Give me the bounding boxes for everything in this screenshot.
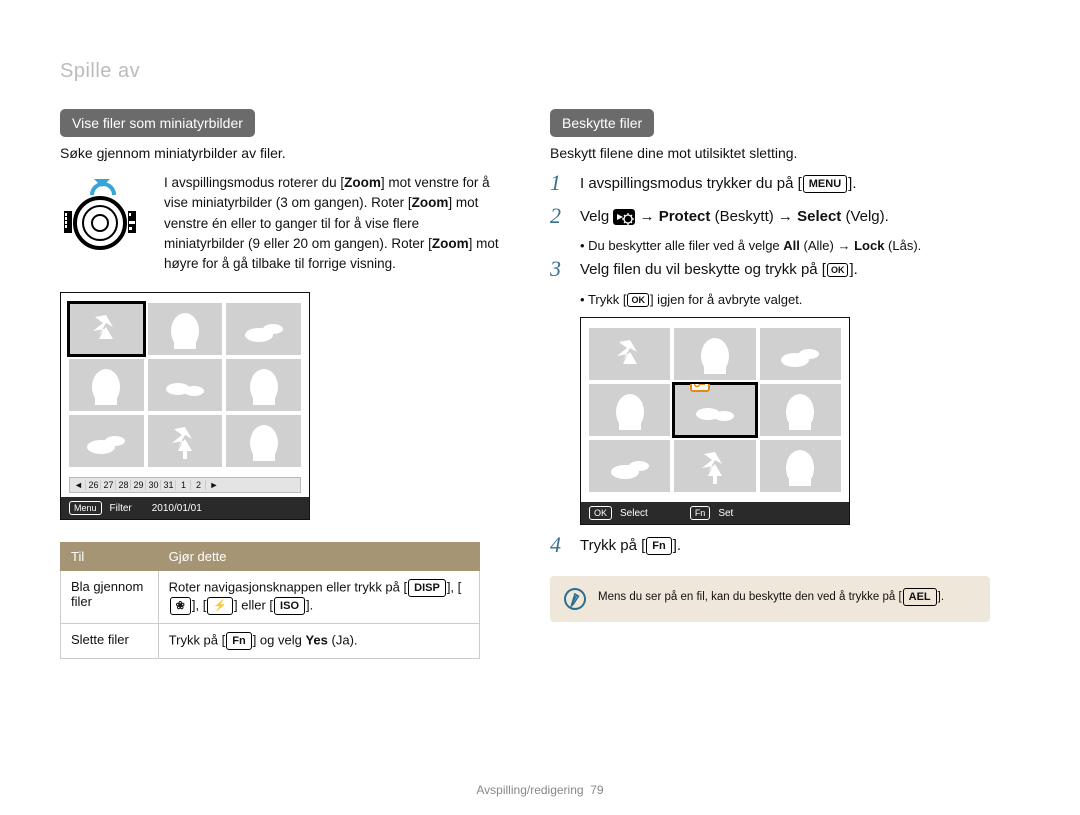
thumbnail-item (226, 359, 301, 411)
filter-label: Filter (110, 503, 132, 514)
thumbnail-item (69, 359, 144, 411)
thumbnail-screen: ◄ 26 27 28 29 30 31 1 2 ► Menu Filter 20… (60, 292, 310, 520)
step-3-sub: Trykk [OK] igjen for å avbryte valget. (580, 292, 990, 308)
screen-footer: Menu Filter 2010/01/01 (61, 497, 309, 519)
date-label: 2010/01/01 (152, 503, 202, 514)
zoom-label: Zoom (344, 175, 381, 190)
th-to: Til (61, 543, 159, 571)
ael-key: AEL (903, 588, 937, 606)
step-2-sub: Du beskytter alle filer ved å velge All … (580, 238, 990, 253)
thumbnail-item (69, 303, 144, 355)
thumbnail-item (148, 303, 223, 355)
protect-screen-footer: OK Select Fn Set (581, 502, 849, 524)
filmstrip-prev: ◄ (72, 480, 86, 490)
filmstrip-day: 2 (192, 480, 206, 490)
set-label: Set (718, 508, 733, 519)
thumb (589, 328, 670, 380)
thumb (589, 384, 670, 436)
th-do: Gjør dette (158, 543, 479, 571)
step-2: 2 Velg → Protect (Beskytt) → Select (Vel… (550, 206, 990, 229)
filmstrip-day: 1 (177, 480, 191, 490)
ok-key: OK (627, 293, 649, 307)
td-delete: Slette filer (61, 624, 159, 659)
note-box: Mens du ser på en fil, kan du beskytte d… (550, 576, 990, 622)
td-browse-action: Roter navigasjonsknappen eller trykk på … (158, 571, 479, 624)
thumbnails-lead: Søke gjennom miniatyrbilder av filer. (60, 145, 500, 161)
menu-key: Menu (69, 501, 102, 515)
filmstrip-day: 27 (102, 480, 116, 490)
lock-icon (690, 384, 710, 392)
zoom-label: Zoom (432, 236, 469, 251)
step-4: 4 Trykk på [Fn]. (550, 535, 990, 558)
fn-key: Fn (226, 632, 251, 650)
fn-key: Fn (646, 537, 671, 555)
zoom-label: Zoom (412, 195, 449, 210)
thumbnail-item (148, 415, 223, 467)
ok-key: OK (589, 506, 612, 520)
disp-key: DISP (408, 579, 446, 597)
thumb-selected (674, 384, 755, 436)
filmstrip-day: 29 (132, 480, 146, 490)
dial-instruction-text: I avspillingsmodus roterer du [Zoom] mot… (164, 173, 500, 274)
menu-key: MENU (803, 175, 847, 193)
t: I avspillingsmodus roterer du [ (164, 175, 344, 190)
td-delete-action: Trykk på [Fn] og velg Yes (Ja). (158, 624, 479, 659)
flash-key: ⚡ (207, 597, 233, 615)
thumb (760, 384, 841, 436)
thumbnail-item (69, 415, 144, 467)
flower-key: ❀ (170, 597, 191, 615)
playback-settings-icon (613, 209, 635, 225)
protect-lead: Beskytt filene dine mot utilsiktet slett… (550, 145, 990, 161)
zoom-dial-icon (60, 173, 150, 253)
thumbnail-item (148, 359, 223, 411)
page-footer: Avspilling/redigering 79 (0, 783, 1080, 797)
thumbnails-heading: Vise filer som miniatyrbilder (60, 109, 255, 137)
thumb (760, 440, 841, 492)
note-icon (562, 586, 588, 612)
thumb (760, 328, 841, 380)
thumbnail-item (226, 303, 301, 355)
left-column: Vise filer som miniatyrbilder Søke gjenn… (60, 109, 500, 659)
thumb (674, 440, 755, 492)
fn-key: Fn (690, 506, 711, 520)
thumb (674, 328, 755, 380)
protect-heading: Beskytte filer (550, 109, 654, 137)
protect-screen: OK Select Fn Set (580, 317, 850, 525)
filmstrip-next: ► (207, 480, 221, 490)
thumb (589, 440, 670, 492)
step-3: 3 Velg filen du vil beskytte og trykk på… (550, 259, 990, 282)
filmstrip-day: 30 (147, 480, 161, 490)
filmstrip-day: 26 (87, 480, 101, 490)
note-text: Mens du ser på en fil, kan du beskytte d… (598, 588, 944, 606)
iso-key: ISO (274, 597, 305, 615)
ok-key: OK (827, 263, 849, 277)
section-header: Spille av (60, 60, 1020, 83)
filmstrip-day: 28 (117, 480, 131, 490)
action-table: Til Gjør dette Bla gjennom filer Roter n… (60, 542, 480, 659)
filmstrip-day: 31 (162, 480, 176, 490)
td-browse: Bla gjennom filer (61, 571, 159, 624)
right-column: Beskytte filer Beskytt filene dine mot u… (550, 109, 990, 659)
thumbnail-item (226, 415, 301, 467)
select-label: Select (620, 508, 648, 519)
dial-instruction-row: I avspillingsmodus roterer du [Zoom] mot… (60, 173, 500, 274)
step-1: 1 I avspillingsmodus trykker du på [MENU… (550, 173, 990, 196)
filmstrip: ◄ 26 27 28 29 30 31 1 2 ► (69, 477, 301, 493)
content-columns: Vise filer som miniatyrbilder Søke gjenn… (60, 109, 1020, 659)
